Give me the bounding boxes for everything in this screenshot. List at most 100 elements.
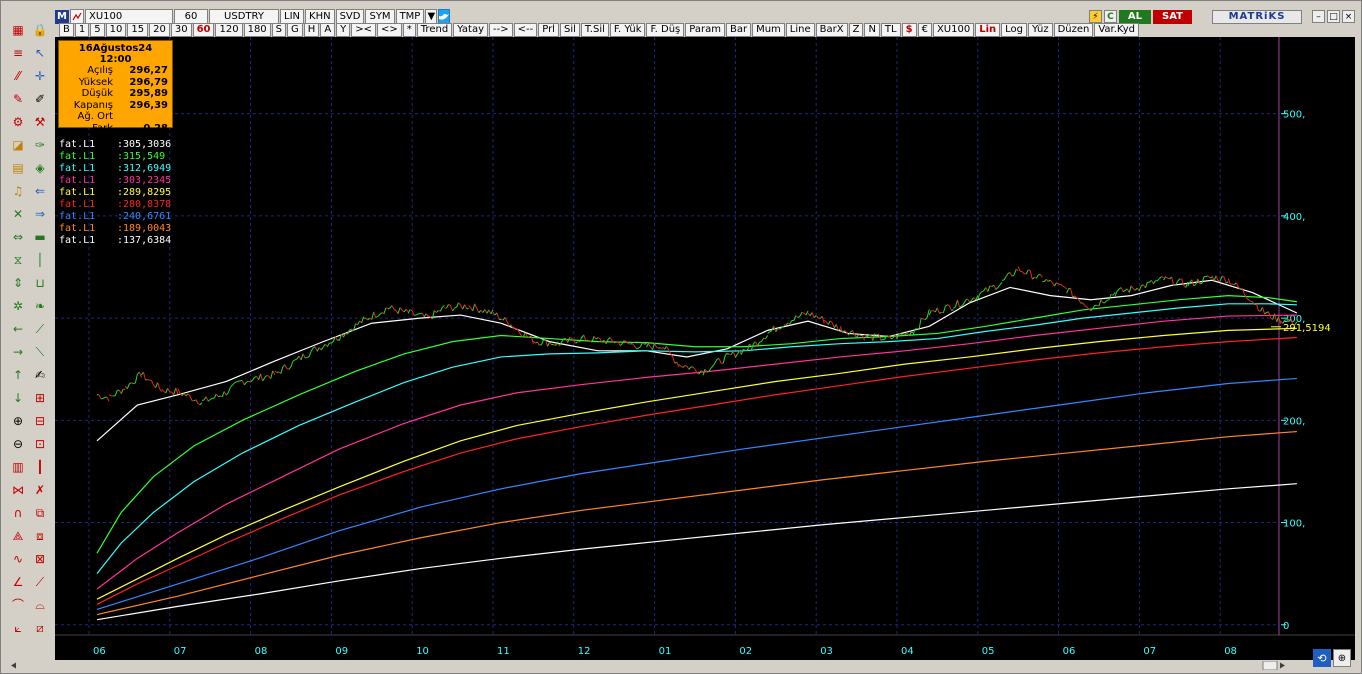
lin-button[interactable]: LIN <box>280 9 305 24</box>
sell-button[interactable]: SAT <box>1153 9 1192 24</box>
toolbar-item-25[interactable]: F. Yük <box>609 23 646 37</box>
arc-icon[interactable]: ⌒ <box>9 596 27 614</box>
toolbar-item-23[interactable]: Sil <box>559 23 580 37</box>
legend-row[interactable]: fat.L1:137,6384 <box>59 235 171 247</box>
toolbar-item-19[interactable]: Yatay <box>453 23 488 37</box>
sym-button[interactable]: SYM <box>365 9 395 24</box>
toolbar-item-7[interactable]: 60 <box>192 23 215 37</box>
toolbar-item-2[interactable]: 5 <box>90 23 105 37</box>
toolbar-item-34[interactable]: TL <box>880 23 901 37</box>
hourglass-icon[interactable]: ⧖ <box>9 251 27 269</box>
chart-canvas[interactable]: 06 07 08 09 10 11 12 01 02 03 04 05 06 07 080100,200,3… <box>55 37 1355 660</box>
hammer-icon[interactable]: ⚒ <box>31 113 49 131</box>
legend-row[interactable]: fat.L1:312,6949 <box>59 163 171 175</box>
fib5-icon[interactable]: ⧈ <box>31 527 49 545</box>
sync-icon[interactable]: ⟲ <box>1313 649 1331 667</box>
toolbar-item-29[interactable]: Mum <box>752 23 785 37</box>
line-icon[interactable]: │ <box>31 251 49 269</box>
toolbar-item-17[interactable]: * <box>402 23 416 37</box>
fan-icon[interactable]: ✎ <box>9 90 27 108</box>
toolbar-item-33[interactable]: N <box>864 23 880 37</box>
zoom-out-icon[interactable]: ⊖ <box>9 435 27 453</box>
left-icon[interactable]: ← <box>9 320 27 338</box>
toolbar-item-4[interactable]: 15 <box>127 23 149 37</box>
toolbar-item-10[interactable]: S <box>271 23 287 37</box>
toolbar-item-5[interactable]: 20 <box>149 23 170 37</box>
maximize-icon[interactable]: □ <box>1327 10 1340 23</box>
toolbar-item-14[interactable]: Y <box>336 23 351 37</box>
alert-icon[interactable]: ⚡ <box>1088 10 1102 23</box>
legend-row[interactable]: fat.L1:303,2345 <box>59 175 171 187</box>
toolbar-item-32[interactable]: Z <box>848 23 864 37</box>
period-field[interactable]: 60 <box>174 9 208 24</box>
arrow-left-icon[interactable]: ⇐ <box>31 182 49 200</box>
gann-icon[interactable]: ⟁ <box>9 527 27 545</box>
eraser-icon[interactable]: ◪ <box>9 136 27 154</box>
zoom-icon[interactable]: ⊕ <box>1333 649 1351 667</box>
resize-h-icon[interactable]: ⇔ <box>9 228 27 246</box>
fib2-icon[interactable]: ⊟ <box>31 412 49 430</box>
twitter-icon[interactable] <box>438 9 451 24</box>
currency-field[interactable]: USDTRY <box>209 9 279 24</box>
toolbar-item-37[interactable]: XU100 <box>932 23 975 37</box>
fib4-icon[interactable]: ⧉ <box>31 504 49 522</box>
toolbar-item-40[interactable]: Yüz <box>1028 23 1053 37</box>
toolbar-item-0[interactable]: B <box>59 23 74 37</box>
minimize-icon[interactable]: – <box>1312 10 1325 23</box>
resize-v-icon[interactable]: ⇕ <box>9 274 27 292</box>
legend-row[interactable]: fat.L1:240,6761 <box>59 211 171 223</box>
toolbar-item-18[interactable]: Trend <box>416 23 453 37</box>
leaf-icon[interactable]: ❧ <box>31 297 49 315</box>
chart-type-icon[interactable] <box>70 9 84 24</box>
minus-icon[interactable]: ▬ <box>31 228 49 246</box>
toolbar-item-15[interactable]: >< <box>351 23 377 37</box>
toolbar-item-16[interactable]: <> <box>377 23 402 37</box>
fib-icon[interactable]: ⊞ <box>31 389 49 407</box>
fib6-icon[interactable]: ⊠ <box>31 550 49 568</box>
toolbar-item-3[interactable]: 10 <box>105 23 127 37</box>
bars-icon[interactable]: ≡ <box>9 44 27 62</box>
toolbar-item-24[interactable]: T.Sil <box>580 23 609 37</box>
pen-icon[interactable]: ✍ <box>31 366 49 384</box>
tmp-button[interactable]: TMP <box>395 9 425 24</box>
toolbar-item-13[interactable]: A <box>320 23 336 37</box>
compress-icon[interactable]: ✲ <box>9 297 27 315</box>
bell-icon[interactable]: ♫ <box>9 182 27 200</box>
channel-icon[interactable]: ▤ <box>9 159 27 177</box>
horizontal-scrollbar[interactable] <box>9 660 1289 671</box>
legend-row[interactable]: fat.L1:280,8378 <box>59 199 171 211</box>
bottom2-icon[interactable]: ⧄ <box>31 619 49 637</box>
toolbar-item-8[interactable]: 120 <box>215 23 243 37</box>
toolbar-item-30[interactable]: Line <box>785 23 815 37</box>
down-icon[interactable]: ↓ <box>9 389 27 407</box>
toolbar-item-26[interactable]: F. Düş <box>646 23 685 37</box>
khn-button[interactable]: KHN <box>305 9 335 24</box>
buy-button[interactable]: AL <box>1118 9 1151 24</box>
toolbar-item-41[interactable]: Düzen <box>1053 23 1094 37</box>
chart-icon[interactable]: ▥ <box>9 458 27 476</box>
pencil-icon[interactable]: ✐ <box>31 90 49 108</box>
toolbar-item-6[interactable]: 30 <box>170 23 192 37</box>
cross-icon[interactable]: ✗ <box>31 481 49 499</box>
gear-icon[interactable]: ⚙ <box>9 113 27 131</box>
diag-icon[interactable]: ⟍ <box>31 343 49 361</box>
close-icon[interactable]: × <box>1342 10 1355 23</box>
ruler-icon[interactable]: ⟋ <box>31 320 49 338</box>
zoom-in-icon[interactable]: ⊕ <box>9 412 27 430</box>
toolbar-item-22[interactable]: Prl <box>538 23 559 37</box>
tag-icon[interactable]: ◈ <box>31 159 49 177</box>
toolbar-item-9[interactable]: 180 <box>243 23 271 37</box>
angle-icon[interactable]: ∠ <box>9 573 27 591</box>
grid-icon[interactable]: ▦ <box>9 21 27 39</box>
svd-button[interactable]: SVD <box>335 9 365 24</box>
legend-row[interactable]: fat.L1:189,0043 <box>59 223 171 235</box>
fibarc-icon[interactable]: ⌓ <box>31 596 49 614</box>
toolbar-item-27[interactable]: Param <box>685 23 725 37</box>
bar-icon[interactable]: ┃ <box>31 458 49 476</box>
toolbar-item-1[interactable]: 1 <box>74 23 90 37</box>
toolbar-item-35[interactable]: $ <box>901 23 917 37</box>
toolbar-item-36[interactable]: € <box>917 23 932 37</box>
up-icon[interactable]: ↑ <box>9 366 27 384</box>
refresh-icon[interactable]: C <box>1103 10 1117 23</box>
symbol-field[interactable]: XU100 <box>85 9 173 24</box>
